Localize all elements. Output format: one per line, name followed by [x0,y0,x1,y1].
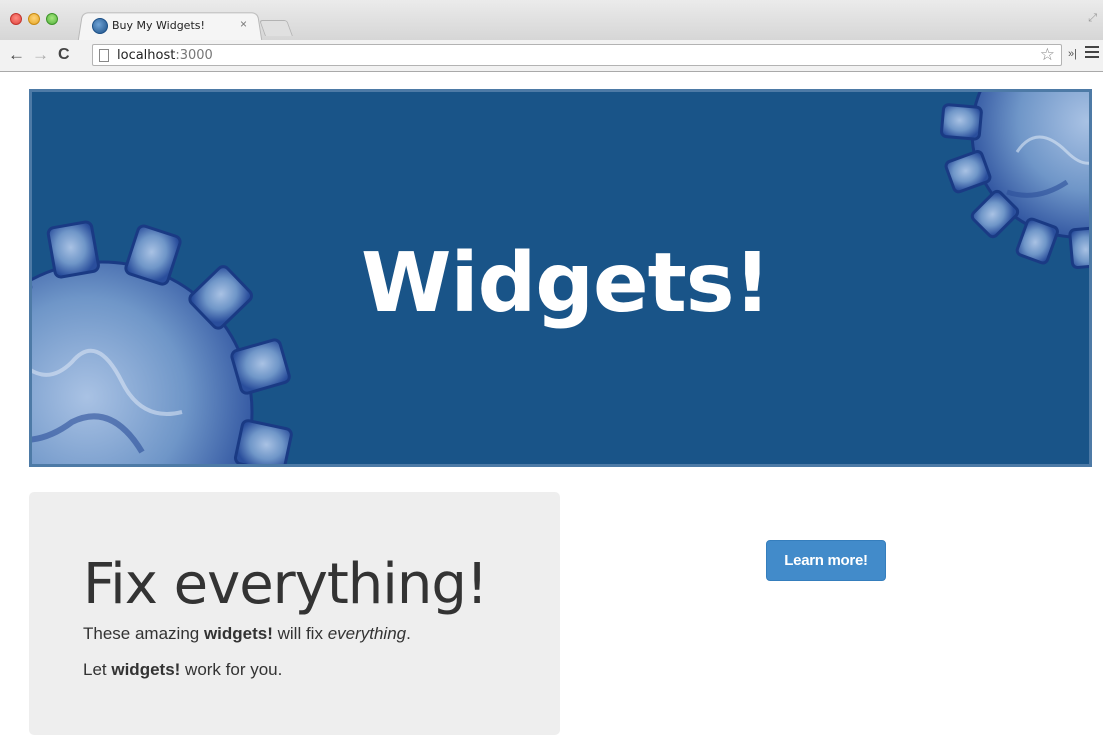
jumbotron-well: Fix everything! These amazing widgets! w… [29,492,560,735]
back-arrow-icon[interactable]: ← [8,45,25,65]
site-favicon-icon [92,18,108,34]
url-port: :3000 [175,48,213,63]
tagline-text: These amazing [83,624,204,643]
url-host: localhost [117,48,176,63]
page-viewport: Widgets! Fix everything! These amazing w… [0,72,1103,754]
tagline-text: . [406,624,411,643]
hero-title: Widgets! [361,235,771,331]
minimize-window-button[interactable] [28,13,40,25]
page-icon [99,49,109,62]
new-tab-button[interactable] [259,20,293,36]
secondary-text: Let [83,660,112,679]
forward-arrow-icon[interactable]: → [32,45,49,65]
bookmark-star-icon[interactable]: ☆ [1040,45,1055,65]
extensions-overflow-icon[interactable]: »| [1068,48,1077,60]
learn-more-button[interactable]: Learn more! [766,540,886,581]
reload-icon[interactable]: C [58,45,70,65]
url-text[interactable]: localhost:3000 [117,48,213,63]
secondary-bold: widgets! [111,660,181,679]
window-titlebar: Buy My Widgets! × ⤢ [0,0,1103,41]
address-bar[interactable]: localhost:3000 ☆ [92,44,1062,66]
hamburger-menu-icon[interactable] [1085,46,1099,60]
tagline-bold: widgets! [203,624,273,643]
tab-title: Buy My Widgets! [112,19,205,32]
close-window-button[interactable] [10,13,22,25]
tab-close-icon[interactable]: × [240,17,247,31]
hero-banner: Widgets! [29,89,1092,467]
tagline-paragraph: These amazing widgets! will fix everythi… [83,624,411,644]
secondary-text: work for you. [180,660,283,679]
tagline-italic: everything [327,624,407,643]
zoom-window-button[interactable] [46,13,58,25]
browser-tab-content[interactable]: Buy My Widgets! × [90,14,260,38]
secondary-paragraph: Let widgets! work for you. [83,660,282,680]
browser-toolbar: ← → C localhost:3000 ☆ »| [0,40,1103,72]
tagline-text: will fix [272,624,328,643]
headline: Fix everything! [83,552,488,617]
fullscreen-icon[interactable]: ⤢ [1088,12,1097,25]
